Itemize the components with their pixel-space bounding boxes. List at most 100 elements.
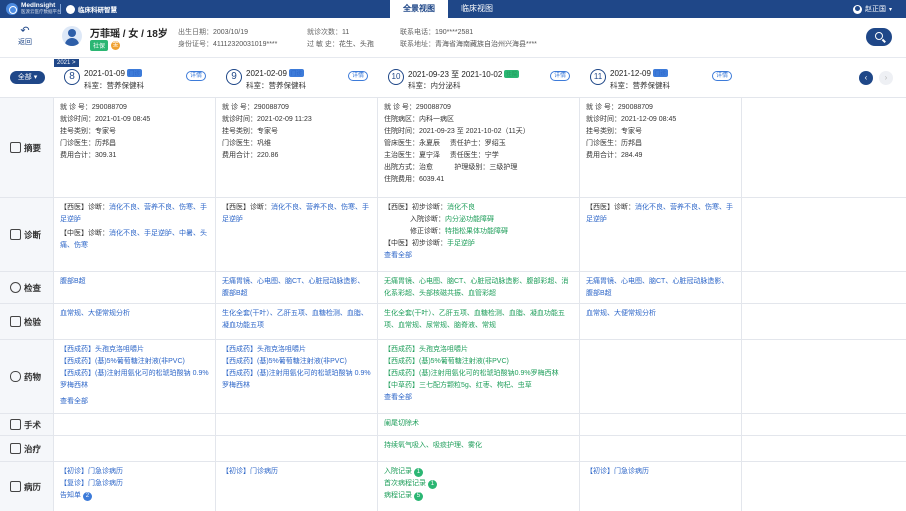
row-label-text: 检验	[24, 316, 42, 327]
visit-date: 2021-01-09 门诊	[84, 69, 142, 78]
tab-clinical-view[interactable]: 临床视图	[448, 0, 506, 18]
drug-item[interactable]: 【西成药】(基)注射用氨化可的松琥珀酸钠 0.9%罗梅西林	[222, 368, 371, 392]
cost: 住院费用：6039.41	[384, 176, 445, 183]
back-button[interactable]: ↶ 返回	[18, 26, 32, 47]
drug-item[interactable]: 【西成药】(基)5%葡萄糖注射液(非PVC)	[60, 356, 209, 368]
treatment-icon	[10, 443, 21, 454]
drug-item[interactable]: 【西成药】头孢克洛咀嚼片	[222, 344, 371, 356]
patient-info-col1: 出生日期：2003/10/19 身份证号：4111232003101​9****	[178, 27, 277, 51]
visit-type-tag: 门诊	[652, 69, 668, 77]
row-label: 治疗	[0, 436, 54, 461]
prev-arrow-icon[interactable]: ‹	[859, 71, 873, 85]
nurse: 责任护士：罗绍玉	[449, 140, 506, 147]
lab-test-cell[interactable]: 生化全套(干叶）、乙肝五项、血糖检测、血脂、凝血功能五项、血常规、尿常规、脑脊液…	[378, 304, 580, 339]
cost: 费用合计：309.31	[60, 152, 117, 159]
visit-header[interactable]: 10 2021-09-23 至 2021-10-02 住院 科室：内分泌科 详情	[388, 66, 578, 92]
west-label: 【西医】诊断：	[222, 204, 271, 211]
count-badge: 1	[413, 468, 423, 477]
lab-test-cell[interactable]: 生化全套(干叶）、乙肝五项、血糖检测、血脂、凝血功能五项	[216, 304, 378, 339]
view-all-link[interactable]: 查看全部	[384, 392, 573, 404]
count-badge: 1	[427, 480, 437, 489]
west-label: 【西医】诊断：	[586, 204, 635, 211]
filter-all-dropdown[interactable]: 全部 ▾	[10, 71, 45, 84]
surgery-cell[interactable]: 阑尾切除术	[378, 414, 580, 435]
reg-type: 挂号类别：专家号	[222, 128, 278, 135]
reg-type: 挂号类别：专家号	[60, 128, 116, 135]
row-label-text: 病历	[24, 481, 42, 492]
treatment-cell[interactable]: 持续氧气吸入、吸痰护理、雾化	[378, 436, 580, 461]
summary-icon	[10, 142, 21, 153]
visit-header[interactable]: 9 2021-02-09 门诊 科室：营养保健科 详情	[226, 66, 376, 92]
record-icon	[10, 481, 21, 492]
detail-button[interactable]: 详情	[348, 71, 368, 81]
exam-cell[interactable]: 无痛胃镜、心电图、脑CT、心脏冠动脉造影、腹部B超	[580, 272, 742, 303]
exam-cell[interactable]: 腹部B超	[54, 272, 216, 303]
patient-header: ↶ 返回 万菲瑶 / 女 / 18岁 社保 金 出生日期：2003/10/19 …	[0, 18, 906, 58]
diagnosis-row: 诊断 【西医】诊断：消化不良、营养不良、伤寒、手足逆胪 【中医】诊断：消化不良、…	[0, 197, 906, 271]
row-label: 诊断	[0, 198, 54, 271]
record-item[interactable]: 病程记录 5	[384, 490, 573, 502]
row-label: 药物	[0, 340, 54, 413]
diagnosis-cell: 【西医】诊断：消化不良、营养不良、伤寒、手足逆胪 【中医】诊断：消化不良、手足逆…	[54, 198, 216, 271]
record-item[interactable]: 【初诊】门急诊病历	[586, 466, 735, 478]
drug-item[interactable]: 【西成药】(基)5%葡萄糖注射液(非PVC)	[384, 356, 573, 368]
drug-cell	[580, 340, 742, 413]
drug-item[interactable]: 【西成药】头孢克洛咀嚼片	[60, 344, 209, 356]
view-all-link[interactable]: 查看全部	[384, 250, 573, 262]
detail-button[interactable]: 详情	[550, 71, 570, 81]
summary-cell: 就 诊 号：290088709 就诊时间：2021-01-09 08:45 挂号…	[54, 98, 216, 197]
revised-value[interactable]: 特指松果体功能障碍	[445, 228, 508, 235]
drug-item[interactable]: 【西成药】(基)注射用氨化可的松琥珀酸钠0.9%罗梅西林	[384, 368, 573, 380]
cn-diagnosis: 【中医】诊断：消化不良、手足逆胪、中暑、头痛、伤寒	[60, 228, 209, 252]
admission-value[interactable]: 内分泌功能障碍	[445, 216, 494, 223]
summary-cell: 就 诊 号：290088709 就诊时间：2021-12-09 08:45 挂号…	[580, 98, 742, 197]
record-item[interactable]: 入院记录 1	[384, 466, 573, 478]
detail-button[interactable]: 详情	[712, 71, 732, 81]
drug-item[interactable]: 【西成药】(基)5%葡萄糖注射液(非PVC)	[222, 356, 371, 368]
user-menu[interactable]: 赵正国 ▾	[852, 4, 892, 14]
partner-logo-icon	[66, 4, 75, 14]
stethoscope-icon	[10, 282, 21, 293]
visit-header[interactable]: 8 2021-01-09 门诊 科室：营养保健科 详情	[64, 66, 214, 92]
drug-item[interactable]: 【西成药】(基)注射用氨化可的松琥珀酸钠 0.9%罗梅西林	[60, 368, 209, 392]
visit-header[interactable]: 11 2021-12-09 门诊 科室：营养保健科 详情	[590, 66, 740, 92]
cost: 费用合计：220.86	[222, 152, 279, 159]
exam-row: 检查 腹部B超 无痛胃镜、心电图、脑CT、心脏冠动脉造影、腹部B超 无痛胃镜、心…	[0, 271, 906, 303]
lab-test-icon	[10, 316, 21, 327]
allergy-value: 花生、头孢	[338, 41, 374, 48]
drug-item[interactable]: 【西成药】头孢克洛咀嚼片	[384, 344, 573, 356]
record-item[interactable]: 告知单 2	[60, 490, 209, 502]
address-label: 联系地址：	[400, 41, 435, 48]
resp-doctor: 责任医生：宁学	[449, 152, 499, 159]
record-item[interactable]: 【初诊】门急诊病历	[60, 466, 209, 478]
visits-label: 就诊次数：	[307, 29, 342, 36]
detail-button[interactable]: 详情	[186, 71, 206, 81]
search-button[interactable]	[866, 28, 892, 46]
view-all-link[interactable]: 查看全部	[60, 396, 209, 408]
record-item[interactable]: 【复诊】门急诊病历	[60, 478, 209, 490]
lab-test-cell[interactable]: 血常规、大便常规分析	[580, 304, 742, 339]
cn-value[interactable]: 手足逆胪	[447, 240, 475, 247]
record-item[interactable]: 首次病程记录 1	[384, 478, 573, 490]
west-value[interactable]: 消化不良	[447, 204, 475, 211]
drug-item[interactable]: 【中草药】三七配方颗粒5g、红枣、枸杞、虫草	[384, 380, 573, 392]
stay-time: 住院时间：2021-09-23 至 2021-10-02（11天）	[384, 128, 530, 135]
exam-cell[interactable]: 无痛胃镜、心电图、脑CT、心脏冠动脉造影、腹部B超	[216, 272, 378, 303]
visit-type-tag: 门诊	[126, 69, 142, 77]
exam-cell[interactable]: 无痛胃镜、心电图、脑CT、心脏冠动脉造影、腹部彩超、消化系彩超、头部核磁共振、血…	[378, 272, 580, 303]
insurance-badge: 社保	[90, 40, 109, 51]
record-item[interactable]: 【初诊】门诊病历	[222, 466, 371, 478]
id-label: 身份证号：	[178, 41, 213, 48]
reg-type: 挂号类别：专家号	[586, 128, 642, 135]
tab-panorama-view[interactable]: 全景视图	[390, 0, 448, 18]
record-item-label: 首次病程记录	[384, 480, 426, 487]
record-cell: 【初诊】门急诊病历 【复诊】门急诊病历 告知单 2	[54, 462, 216, 511]
back-label: 返回	[18, 39, 32, 46]
logo-icon	[6, 3, 18, 15]
cost: 费用合计：284.49	[586, 152, 643, 159]
summary-cell: 就 诊 号：290088709 住院病区：内科一病区 住院时间：2021-09-…	[378, 98, 580, 197]
lab-test-cell[interactable]: 血常规、大便常规分析	[54, 304, 216, 339]
phone-value: 190****2581	[435, 29, 474, 36]
next-arrow-icon[interactable]: ›	[879, 71, 893, 85]
back-arrow-icon: ↶	[20, 25, 30, 37]
